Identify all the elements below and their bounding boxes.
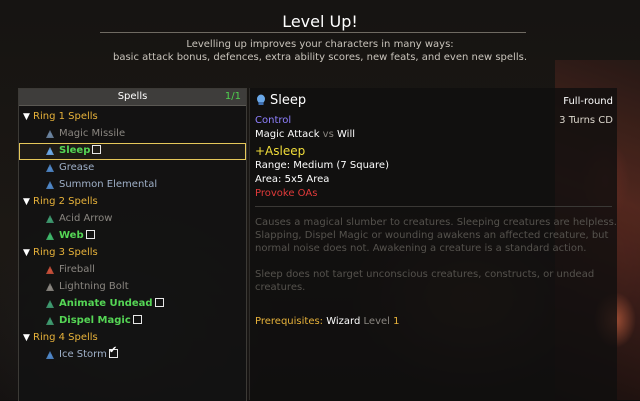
spell-item-label: Sleep	[59, 145, 102, 156]
spell-item-label: Summon Elemental	[59, 179, 157, 190]
spell-name: Web	[59, 230, 84, 241]
page-title: Level Up!	[282, 12, 358, 31]
area-label: Area:	[255, 174, 282, 185]
spell-detail-panel: Sleep Full-round Control 3 Turns CD Magi…	[249, 88, 617, 400]
magic-missile-icon	[46, 130, 54, 138]
spell-area: Area: 5x5 Area	[255, 174, 329, 185]
level-up-header: Level Up! Levelling up improves your cha…	[0, 0, 640, 80]
prereq-level-label: Level	[363, 316, 390, 327]
page-subtitle: Levelling up improves your characters in…	[0, 38, 640, 64]
collapse-triangle-icon[interactable]: ▼	[23, 112, 30, 122]
ring-header-label: Ring 2 Spells	[33, 196, 98, 207]
spell-item[interactable]: Animate Undead	[19, 296, 246, 313]
ring-header[interactable]: ▼ Ring 3 Spells	[19, 245, 246, 262]
spell-range: Range: Medium (7 Square)	[255, 160, 389, 171]
spell-name: Sleep	[59, 145, 91, 156]
description-paragraph-1: Causes a magical slumber to creatures. S…	[255, 217, 617, 254]
learn-spell-checkbox[interactable]	[85, 230, 95, 239]
spell-effect: +Asleep	[255, 144, 306, 158]
spell-item-label: Ice Storm	[59, 345, 118, 360]
range-label: Range:	[255, 160, 291, 171]
learn-spell-checkbox[interactable]	[154, 298, 164, 307]
spell-attack: Magic Attack vs Will	[255, 129, 355, 140]
ring-header[interactable]: ▼ Ring 1 Spells	[19, 109, 246, 126]
spell-item-label: Lightning Bolt	[59, 281, 129, 292]
spell-item[interactable]: Acid Arrow	[19, 211, 246, 228]
dispel-magic-icon	[46, 317, 54, 325]
spell-item-label: Fireball	[59, 264, 95, 275]
area-value: 5x5 Area	[284, 174, 330, 185]
spell-name: Animate Undead	[59, 298, 153, 309]
spell-item-label: Web	[59, 230, 95, 241]
attack-type: Magic Attack	[255, 129, 320, 140]
spell-item-label: Magic Missile	[59, 128, 125, 139]
spell-item[interactable]: Ice Storm	[19, 345, 246, 364]
learn-spell-checkbox[interactable]	[92, 145, 102, 154]
spells-panel-header: Spells 1/1	[19, 89, 246, 106]
spell-name: Dispel Magic	[59, 315, 131, 326]
spells-selection-count: 1/1	[224, 91, 241, 102]
grease-icon	[46, 164, 54, 172]
sleep-icon	[46, 147, 54, 155]
range-value: Medium (7 Square)	[293, 160, 389, 171]
spell-school: Control	[255, 115, 292, 126]
learn-spell-checkbox[interactable]	[108, 345, 118, 358]
animate-undead-icon	[46, 300, 54, 308]
subtitle-line-2: basic attack bonus, defences, extra abil…	[112, 52, 527, 63]
collapse-triangle-icon[interactable]: ▼	[23, 333, 30, 343]
attack-vs: vs	[322, 129, 334, 140]
spell-item[interactable]: Web	[19, 228, 246, 245]
spells-list-panel: Spells 1/1 ▼ Ring 1 Spells Magic Missile Sl…	[18, 88, 247, 401]
spell-item[interactable]: Grease	[19, 160, 246, 177]
lightning-bolt-icon	[46, 283, 54, 291]
spell-item[interactable]: Dispel Magic	[19, 313, 246, 330]
collapse-triangle-icon[interactable]: ▼	[23, 197, 30, 207]
learn-spell-checkbox[interactable]	[132, 315, 142, 324]
provoke-warning: Provoke OAs	[255, 188, 318, 199]
spell-prerequisites: Prerequisites: Wizard Level 1	[255, 316, 400, 327]
detail-divider	[255, 206, 612, 207]
ring-header[interactable]: ▼ Ring 4 Spells	[19, 330, 246, 347]
spell-item[interactable]: Fireball	[19, 262, 246, 279]
prereq-level: 1	[393, 316, 400, 327]
spell-name: Ice Storm	[59, 349, 107, 360]
spell-item[interactable]: Summon Elemental	[19, 177, 246, 194]
spell-detail-name: Sleep	[270, 93, 307, 108]
ice-storm-icon	[46, 351, 54, 359]
spell-name: Lightning Bolt	[59, 281, 129, 292]
spell-item[interactable]: Sleep	[19, 143, 246, 160]
collapse-triangle-icon[interactable]: ▼	[23, 248, 30, 258]
spell-name: Summon Elemental	[59, 179, 158, 190]
spell-description: Causes a magical slumber to creatures. S…	[255, 216, 617, 307]
spell-name: Fireball	[59, 264, 95, 275]
prereq-class: Wizard	[326, 316, 361, 327]
ring-header-label: Ring 1 Spells	[33, 111, 98, 122]
ring-header-label: Ring 3 Spells	[33, 247, 98, 258]
spell-name: Acid Arrow	[59, 213, 113, 224]
spell-name: Magic Missile	[59, 128, 126, 139]
spells-panel-title: Spells	[117, 91, 148, 102]
spell-duration: 3 Turns CD	[559, 115, 613, 126]
spell-item-label: Acid Arrow	[59, 213, 112, 224]
fireball-icon	[46, 266, 54, 274]
spell-item-label: Grease	[59, 162, 94, 173]
casting-time: Full-round	[563, 96, 613, 107]
web-icon	[46, 232, 54, 240]
acid-arrow-icon	[46, 215, 54, 223]
summon-elemental-icon	[46, 181, 54, 189]
spell-item-label: Dispel Magic	[59, 315, 142, 326]
ring-header-label: Ring 4 Spells	[33, 332, 98, 343]
attack-defence: Will	[337, 129, 356, 140]
prereq-label: Prerequisites:	[255, 316, 324, 327]
subtitle-line-1: Levelling up improves your characters in…	[186, 39, 454, 50]
spell-item-label: Animate Undead	[59, 298, 164, 309]
spell-item[interactable]: Lightning Bolt	[19, 279, 246, 296]
spell-name: Grease	[59, 162, 95, 173]
spell-item[interactable]: Magic Missile	[19, 126, 246, 143]
description-paragraph-2: Sleep does not target unconscious creatu…	[255, 269, 595, 293]
title-divider	[100, 32, 526, 33]
ring-header[interactable]: ▼ Ring 2 Spells	[19, 194, 246, 211]
sleep-icon	[257, 94, 265, 105]
